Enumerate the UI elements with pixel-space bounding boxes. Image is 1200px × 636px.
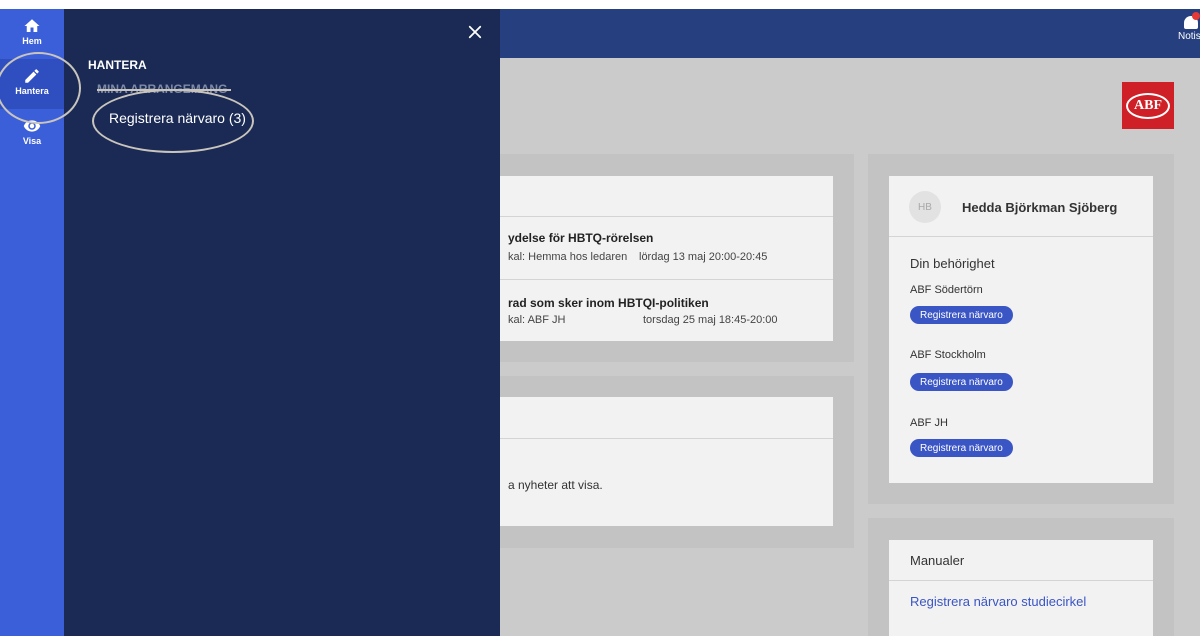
- rail-item-hantera[interactable]: Hantera: [0, 59, 64, 109]
- register-attendance-button[interactable]: Registrera närvaro: [910, 373, 1013, 391]
- register-attendance-button[interactable]: Registrera närvaro: [910, 306, 1013, 324]
- rail-item-visa[interactable]: Visa: [0, 109, 64, 159]
- event-date: lördag 13 maj 20:00-20:45: [639, 251, 768, 263]
- event-place: kal: ABF JH: [508, 314, 566, 326]
- rail-item-label: Hantera: [15, 86, 49, 96]
- register-attendance-link[interactable]: Registrera närvaro (3): [109, 110, 246, 126]
- org-name: ABF Södertörn: [910, 284, 983, 296]
- card-divider: [480, 216, 833, 217]
- eye-icon: [23, 120, 41, 132]
- event-title[interactable]: rad som sker inom HBTQI-politiken: [508, 296, 709, 310]
- navigation-drawer: [64, 9, 500, 636]
- register-attendance-button[interactable]: Registrera närvaro: [910, 439, 1013, 457]
- notification-button[interactable]: Notis: [1178, 12, 1200, 56]
- bell-icon: [1184, 12, 1200, 29]
- abf-logo-mark: ABF: [1126, 92, 1170, 119]
- event-title[interactable]: ydelse för HBTQ-rörelsen: [508, 231, 653, 245]
- rail-item-label: Visa: [22, 136, 42, 146]
- card-divider: [480, 279, 833, 280]
- org-name: ABF Stockholm: [910, 349, 986, 361]
- pencil-icon: [25, 69, 39, 83]
- event-date: torsdag 25 maj 18:45-20:00: [643, 314, 778, 326]
- news-card: [480, 397, 833, 526]
- org-name: ABF JH: [910, 417, 948, 429]
- close-icon[interactable]: [466, 23, 484, 41]
- highlight-strike: [97, 89, 231, 91]
- rail-item-label: Hem: [22, 36, 42, 46]
- home-icon: [24, 19, 40, 32]
- card-divider: [889, 236, 1153, 237]
- avatar: HB: [909, 191, 941, 223]
- left-rail: Hem Hantera Visa: [0, 9, 64, 636]
- abf-logo[interactable]: ABF: [1122, 82, 1174, 129]
- drawer-heading: HANTERA: [88, 58, 147, 72]
- profile-name: Hedda Björkman Sjöberg: [962, 200, 1118, 215]
- rail-item-hem[interactable]: Hem: [0, 9, 64, 59]
- card-divider: [480, 438, 833, 439]
- app-frame: Notis ABF ydelse för HBTQ-rörelsen kal: …: [0, 0, 1200, 636]
- notification-label: Notis: [1178, 31, 1200, 42]
- manual-link[interactable]: Registrera närvaro studiecirkel: [910, 594, 1086, 609]
- card-divider: [889, 580, 1153, 581]
- permission-heading: Din behörighet: [910, 256, 995, 271]
- notification-dot: [1192, 12, 1200, 20]
- manuals-heading: Manualer: [910, 553, 965, 568]
- news-empty-text: a nyheter att visa.: [508, 478, 603, 492]
- event-place: kal: Hemma hos ledaren: [508, 251, 628, 263]
